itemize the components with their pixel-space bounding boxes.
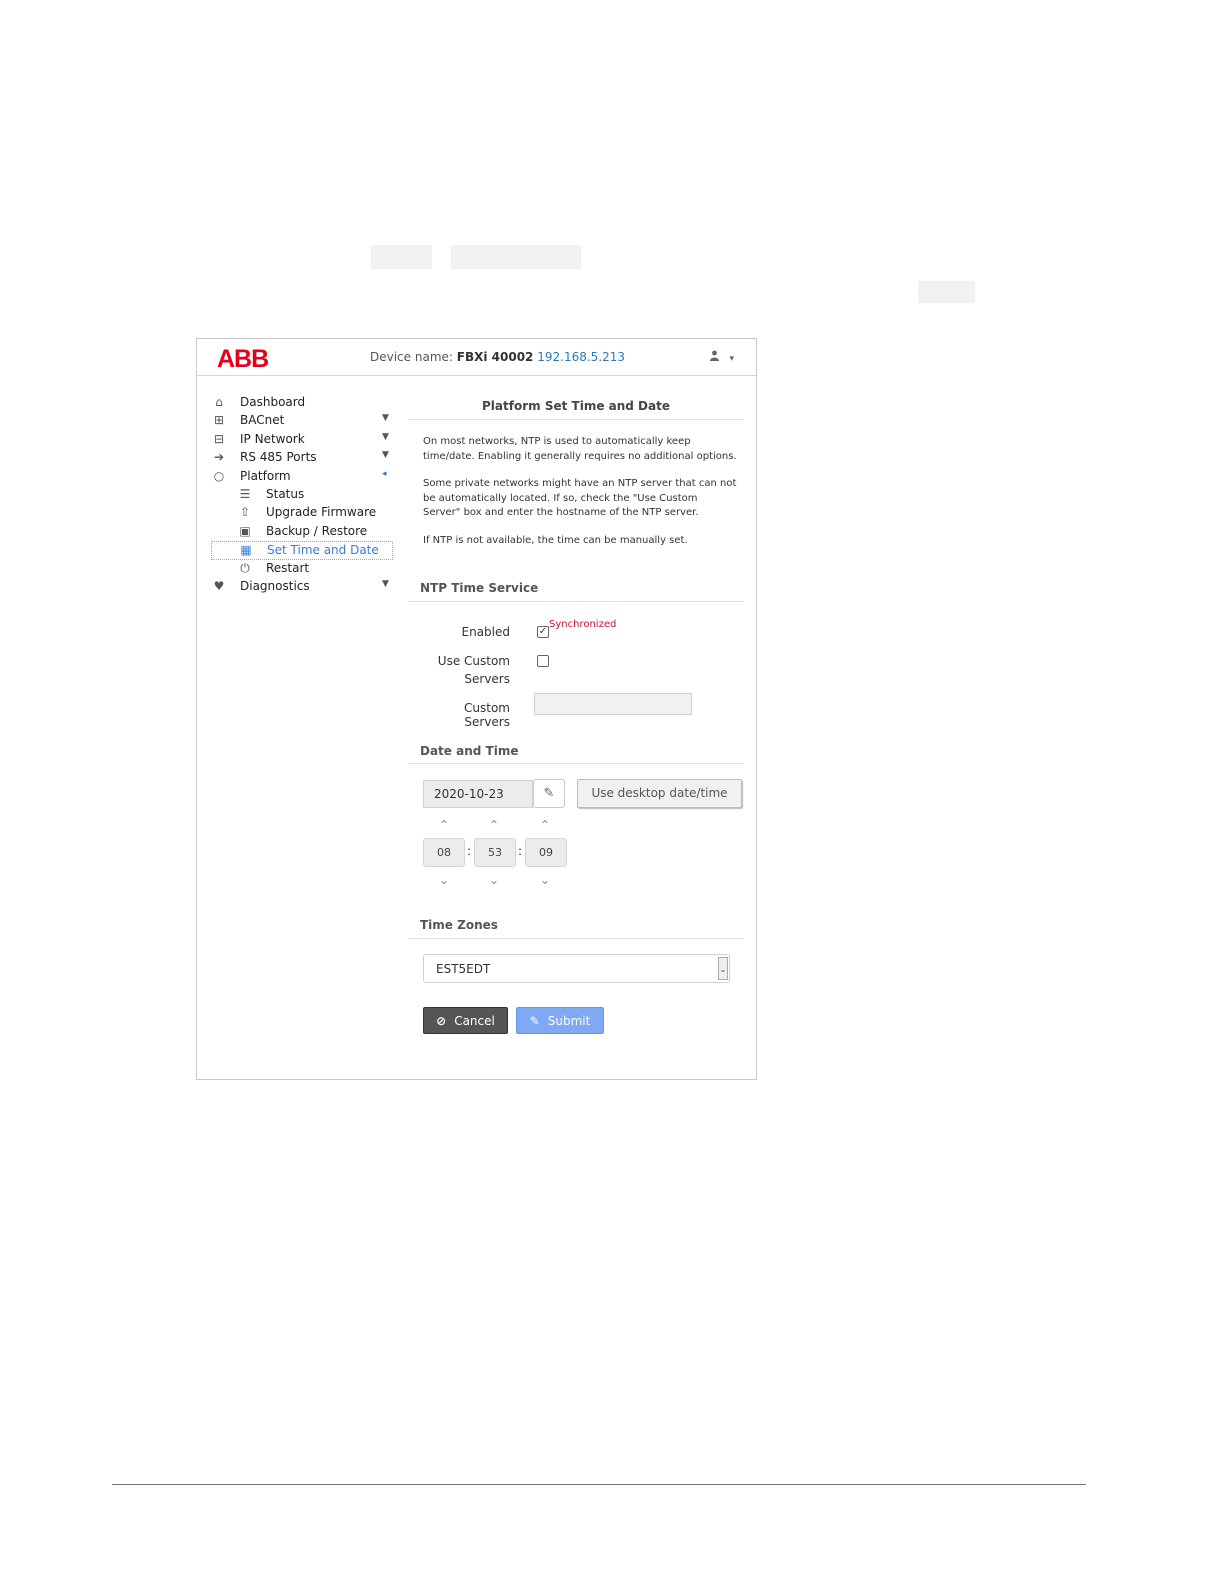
edit-date-button[interactable]: ✎	[533, 779, 565, 808]
use-desktop-datetime-button[interactable]: Use desktop date/time	[577, 779, 742, 808]
device-ip: 192.168.5.213	[537, 350, 626, 364]
sidebar-item-platform[interactable]: ○ Platform ◂	[211, 468, 393, 486]
sidebar-item-label: RS 485 Ports	[240, 450, 317, 465]
sync-status: Synchronized	[549, 619, 617, 630]
sidebar-item-label: Diagnostics	[240, 578, 310, 593]
help-paragraph: Some private networks might have an NTP …	[423, 478, 737, 518]
list-icon: ☰	[239, 486, 251, 501]
submit-label: Submit	[547, 1014, 591, 1028]
network-icon: ⊞	[213, 413, 225, 428]
enabled-checkbox[interactable]: ✓	[537, 626, 549, 638]
ntp-heading: NTP Time Service	[420, 581, 539, 595]
use-custom-checkbox[interactable]	[537, 655, 549, 667]
sidebar-item-label: Backup / Restore	[266, 523, 368, 538]
second-input[interactable]: 09	[525, 838, 567, 867]
time-separator: :	[467, 844, 472, 858]
redacted-block	[918, 281, 975, 303]
sidebar-item-label: Restart	[266, 560, 310, 575]
redacted-block	[451, 245, 581, 269]
sidebar-item-label: Platform	[240, 468, 291, 483]
chevron-down-icon: ▼	[382, 431, 389, 442]
minute-up-chevron-icon[interactable]: ⌃	[486, 818, 502, 832]
custom-servers-label: Custom Servers	[464, 701, 510, 729]
hour-down-chevron-icon[interactable]: ⌄	[436, 873, 452, 887]
power-icon: ⏻	[240, 560, 250, 575]
home-icon: ⌂	[215, 395, 223, 409]
hour-up-chevron-icon[interactable]: ⌃	[436, 818, 452, 832]
time-zones-heading: Time Zones	[420, 918, 498, 932]
cancel-label: Cancel	[454, 1014, 495, 1028]
pencil-icon: ✎	[543, 786, 555, 801]
chevron-down-icon: ▼	[382, 413, 389, 424]
divider	[408, 601, 744, 602]
sidebar-item-set-time-and-date[interactable]: ▦ Set Time and Date	[211, 541, 393, 560]
check-icon: ✓	[538, 626, 548, 637]
sidebar-item-label: Upgrade Firmware	[266, 505, 377, 520]
sidebar-item-dashboard[interactable]: ⌂ Dashboard	[211, 394, 393, 412]
sidebar-item-label: Dashboard	[240, 395, 306, 409]
sidebar-item-label: BACnet	[240, 413, 285, 428]
sidebar-item-upgrade-firmware[interactable]: ⇧ Upgrade Firmware	[211, 504, 393, 522]
time-zone-select[interactable]: EST5EDT ⌄	[423, 954, 730, 983]
second-up-chevron-icon[interactable]: ⌃	[537, 818, 553, 832]
hour-input[interactable]: 08	[423, 838, 465, 867]
divider	[408, 419, 744, 420]
sidebar: ⌂ Dashboard ⊞ BACnet ▼ ⊟ IP Network ▼ ➔ …	[211, 394, 393, 596]
sidebar-item-label: IP Network	[240, 431, 305, 446]
help-paragraph: If NTP is not available, the time can be…	[423, 535, 688, 546]
sidebar-item-label: Status	[266, 486, 305, 501]
device-label: Device name:	[370, 350, 453, 364]
chevron-left-icon: ◂	[382, 468, 387, 479]
user-icon	[710, 350, 719, 361]
device-info: Device name: FBXi 40002 192.168.5.213	[370, 350, 625, 364]
top-bar: ABB Device name: FBXi 40002 192.168.5.21…	[197, 339, 756, 376]
custom-servers-input[interactable]	[534, 693, 692, 715]
date-input[interactable]: 2020-10-23	[423, 780, 533, 808]
chevron-down-icon: ▼	[382, 450, 389, 461]
chevron-down-icon: ▼	[382, 578, 389, 589]
app-window: ABB Device name: FBXi 40002 192.168.5.21…	[196, 338, 757, 1080]
device-name: FBXi 40002	[456, 350, 534, 364]
second-down-chevron-icon[interactable]: ⌄	[537, 873, 553, 887]
floppy-icon: ▣	[239, 523, 251, 538]
date-time-heading: Date and Time	[420, 744, 519, 758]
minute-input[interactable]: 53	[474, 838, 516, 867]
cancel-button[interactable]: ⊘ Cancel	[423, 1007, 508, 1034]
sign-in-icon: ➔	[213, 450, 225, 465]
spinner-icon: ○	[213, 468, 225, 483]
abb-logo: ABB	[217, 345, 269, 373]
chevron-down-icon: ⌄	[718, 957, 728, 980]
page-footer-rule	[112, 1484, 1086, 1485]
time-zone-value: EST5EDT	[436, 962, 491, 976]
divider	[408, 763, 744, 764]
sidebar-item-backup-restore[interactable]: ▣ Backup / Restore	[211, 523, 393, 541]
redacted-block	[371, 245, 432, 269]
help-paragraph: On most networks, NTP is used to automat…	[423, 436, 737, 462]
heartbeat-icon: ♥	[213, 578, 225, 593]
sidebar-item-diagnostics[interactable]: ♥ Diagnostics ▼	[211, 578, 393, 596]
calendar-icon: ▦	[240, 543, 252, 558]
enabled-label: Enabled	[461, 625, 511, 639]
use-custom-label-line: Use Custom	[437, 654, 510, 668]
use-custom-label: Use Custom Servers	[428, 654, 510, 686]
use-custom-label-line: Servers	[464, 672, 510, 686]
chevron-down-icon: ▾	[729, 354, 735, 364]
sitemap-icon: ⊟	[213, 431, 225, 446]
sidebar-item-label: Set Time and Date	[267, 543, 379, 558]
sidebar-item-status[interactable]: ☰ Status	[211, 486, 393, 504]
ban-icon: ⊘	[436, 1014, 447, 1028]
divider	[408, 938, 744, 939]
sidebar-item-bacnet[interactable]: ⊞ BACnet ▼	[211, 412, 393, 430]
page-title: Platform Set Time and Date	[482, 399, 670, 413]
pencil-icon: ✎	[529, 1014, 540, 1028]
minute-down-chevron-icon[interactable]: ⌄	[486, 873, 502, 887]
submit-button[interactable]: ✎ Submit	[516, 1007, 604, 1034]
sidebar-item-restart[interactable]: ⏻ Restart	[211, 560, 393, 578]
sidebar-item-ip-network[interactable]: ⊟ IP Network ▼	[211, 431, 393, 449]
user-menu[interactable]: ▾	[709, 350, 734, 364]
sidebar-item-rs485-ports[interactable]: ➔ RS 485 Ports ▼	[211, 449, 393, 467]
time-separator: :	[518, 844, 523, 858]
upload-icon: ⇧	[239, 505, 251, 520]
